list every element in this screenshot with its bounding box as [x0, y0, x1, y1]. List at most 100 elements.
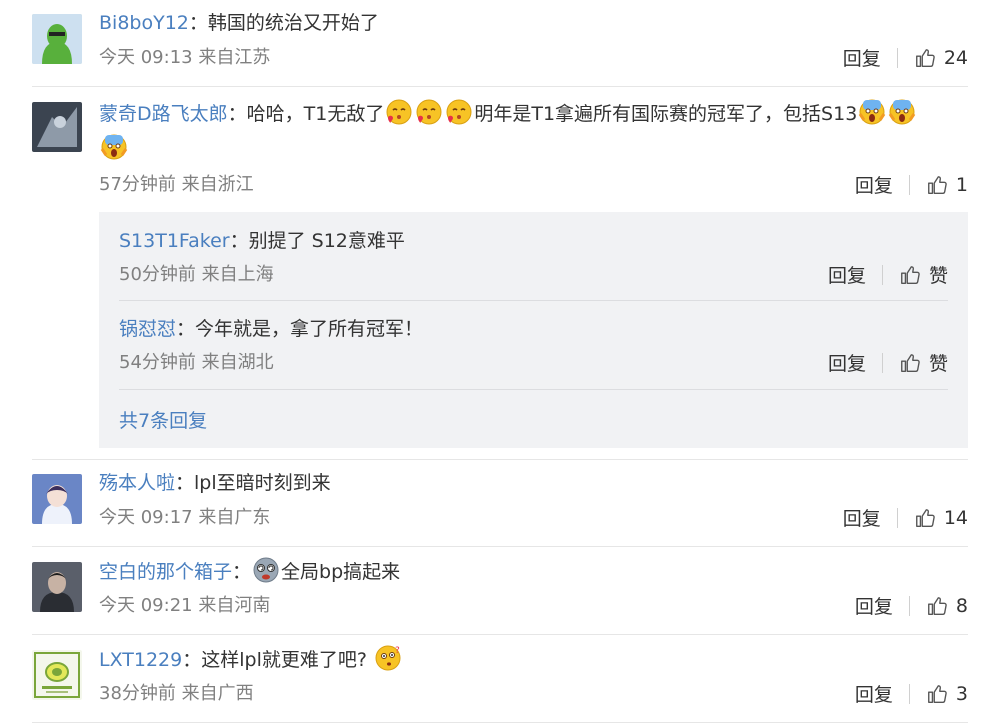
- comment-meta: 38分钟前 来自广西: [99, 683, 254, 704]
- reply-actions: 回复 赞: [828, 261, 948, 288]
- like-count: 24: [943, 46, 968, 69]
- like-button[interactable]: 赞: [899, 261, 948, 288]
- reply-button[interactable]: 回复: [855, 680, 893, 707]
- username[interactable]: 空白的那个箱子: [99, 561, 232, 583]
- divider: [908, 174, 910, 195]
- divider: [908, 683, 910, 704]
- dizzy-emoji-icon: [252, 556, 280, 584]
- kiss-emoji-icon: [415, 98, 443, 126]
- username[interactable]: S13T1Faker: [119, 230, 230, 252]
- comment-content: 哈哈，T1无敌了: [246, 103, 385, 125]
- thumbs-up-icon: [914, 47, 936, 69]
- comment-content: 这样lpl就更难了吧?: [201, 649, 367, 671]
- username[interactable]: 殇本人啦: [99, 472, 175, 494]
- comment-content: 明年是T1拿遍所有国际赛的冠军了，包括S13: [474, 103, 858, 125]
- divider: [32, 86, 968, 87]
- reply-meta: 54分钟前 来自湖北: [119, 352, 274, 373]
- comment-content: lpl至暗时刻到来: [194, 472, 331, 494]
- avatar[interactable]: [32, 102, 82, 152]
- like-button[interactable]: 24: [914, 47, 968, 69]
- reply-button[interactable]: 回复: [828, 349, 866, 376]
- comment-meta: 今天 09:17 来自广东: [99, 507, 271, 528]
- separator: ：: [188, 12, 208, 34]
- like-button[interactable]: 14: [914, 507, 968, 529]
- comment-text: Bi8boY12：韩国的统治又开始了: [99, 8, 950, 38]
- divider: [896, 47, 898, 68]
- reply-actions: 回复 赞: [828, 349, 948, 376]
- avatar[interactable]: [32, 562, 82, 612]
- reply-content: 今年就是，拿了所有冠军！: [195, 318, 424, 340]
- scream-emoji-icon: [858, 98, 886, 126]
- comment-actions: 回复 8: [855, 592, 968, 619]
- avatar[interactable]: [32, 14, 82, 64]
- comment-text: 殇本人啦：lpl至暗时刻到来: [99, 468, 950, 498]
- comment-meta: 今天 09:21 来自河南: [99, 595, 271, 616]
- comment-text: 空白的那个箱子： 全局bp搞起来: [99, 556, 950, 587]
- kiss-emoji-icon: [385, 98, 413, 126]
- reply-text: 锅怼怼：今年就是，拿了所有冠军！: [119, 314, 948, 344]
- reply-content: 别提了 S12意难平: [248, 230, 405, 252]
- thumbs-up-icon: [926, 595, 948, 617]
- separator: ：: [232, 561, 252, 583]
- reply-button[interactable]: 回复: [855, 171, 893, 198]
- comment-meta: 今天 09:13 来自江苏: [99, 47, 271, 68]
- comment-content: 全局bp搞起来: [281, 561, 401, 583]
- like-button[interactable]: 赞: [899, 349, 948, 376]
- reply-button[interactable]: 回复: [828, 261, 866, 288]
- like-button[interactable]: 3: [926, 683, 968, 705]
- like-label: 赞: [928, 265, 948, 287]
- thumbs-up-icon: [926, 174, 948, 196]
- thumbs-up-icon: [926, 683, 948, 705]
- reply-thread: S13T1Faker：别提了 S12意难平 50分钟前 来自上海 回复 赞 锅怼…: [99, 212, 968, 448]
- divider: [32, 634, 968, 635]
- reply-button[interactable]: 回复: [843, 504, 881, 531]
- divider: [896, 507, 898, 528]
- comment-text: LXT1229：这样lpl就更难了吧?: [99, 644, 950, 675]
- username[interactable]: 锅怼怼: [119, 318, 176, 340]
- like-label: 赞: [928, 353, 948, 375]
- divider: [32, 722, 968, 723]
- username[interactable]: 蒙奇D路飞太郎: [99, 103, 228, 125]
- like-count: 14: [943, 506, 968, 529]
- thinking-emoji-icon: [374, 644, 402, 672]
- like-count: 1: [955, 173, 968, 196]
- divider: [881, 264, 883, 285]
- like-button[interactable]: 8: [926, 595, 968, 617]
- separator: ：: [229, 230, 249, 252]
- divider: [881, 352, 883, 373]
- comment-text-continued: [99, 133, 950, 164]
- comment-meta: 57分钟前 来自浙江: [99, 174, 254, 195]
- comment-actions: 回复 3: [855, 680, 968, 707]
- divider: [908, 595, 910, 616]
- comment-text: 蒙奇D路飞太郎：哈哈，T1无敌了 明年是T1拿遍所有国际赛的冠军了，包括S13: [99, 98, 950, 129]
- separator: ：: [182, 649, 202, 671]
- username[interactable]: Bi8boY12: [99, 12, 189, 34]
- comment-actions: 回复 14: [843, 504, 968, 531]
- thumbs-up-icon: [914, 507, 936, 529]
- thumbs-up-icon: [899, 352, 921, 374]
- comment-actions: 回复 1: [855, 171, 968, 198]
- divider: [119, 389, 948, 390]
- kiss-emoji-icon: [445, 98, 473, 126]
- scream-emoji-icon: [888, 98, 916, 126]
- divider: [32, 546, 968, 547]
- separator: ：: [175, 472, 195, 494]
- divider: [119, 300, 948, 301]
- scream-emoji-icon: [100, 133, 128, 161]
- more-replies-link[interactable]: 共7条回复: [119, 406, 207, 433]
- reply-button[interactable]: 回复: [843, 44, 881, 71]
- avatar[interactable]: [32, 474, 82, 524]
- avatar[interactable]: [32, 650, 82, 700]
- like-count: 8: [955, 594, 968, 617]
- separator: ：: [176, 318, 196, 340]
- thumbs-up-icon: [899, 264, 921, 286]
- like-button[interactable]: 1: [926, 174, 968, 196]
- reply-button[interactable]: 回复: [855, 592, 893, 619]
- username[interactable]: LXT1229: [99, 649, 182, 671]
- reply-text: S13T1Faker：别提了 S12意难平: [119, 226, 948, 256]
- comment-content: 韩国的统治又开始了: [207, 12, 379, 34]
- like-count: 3: [955, 682, 968, 705]
- comment-actions: 回复 24: [843, 44, 968, 71]
- divider: [32, 459, 968, 460]
- separator: ：: [227, 103, 247, 125]
